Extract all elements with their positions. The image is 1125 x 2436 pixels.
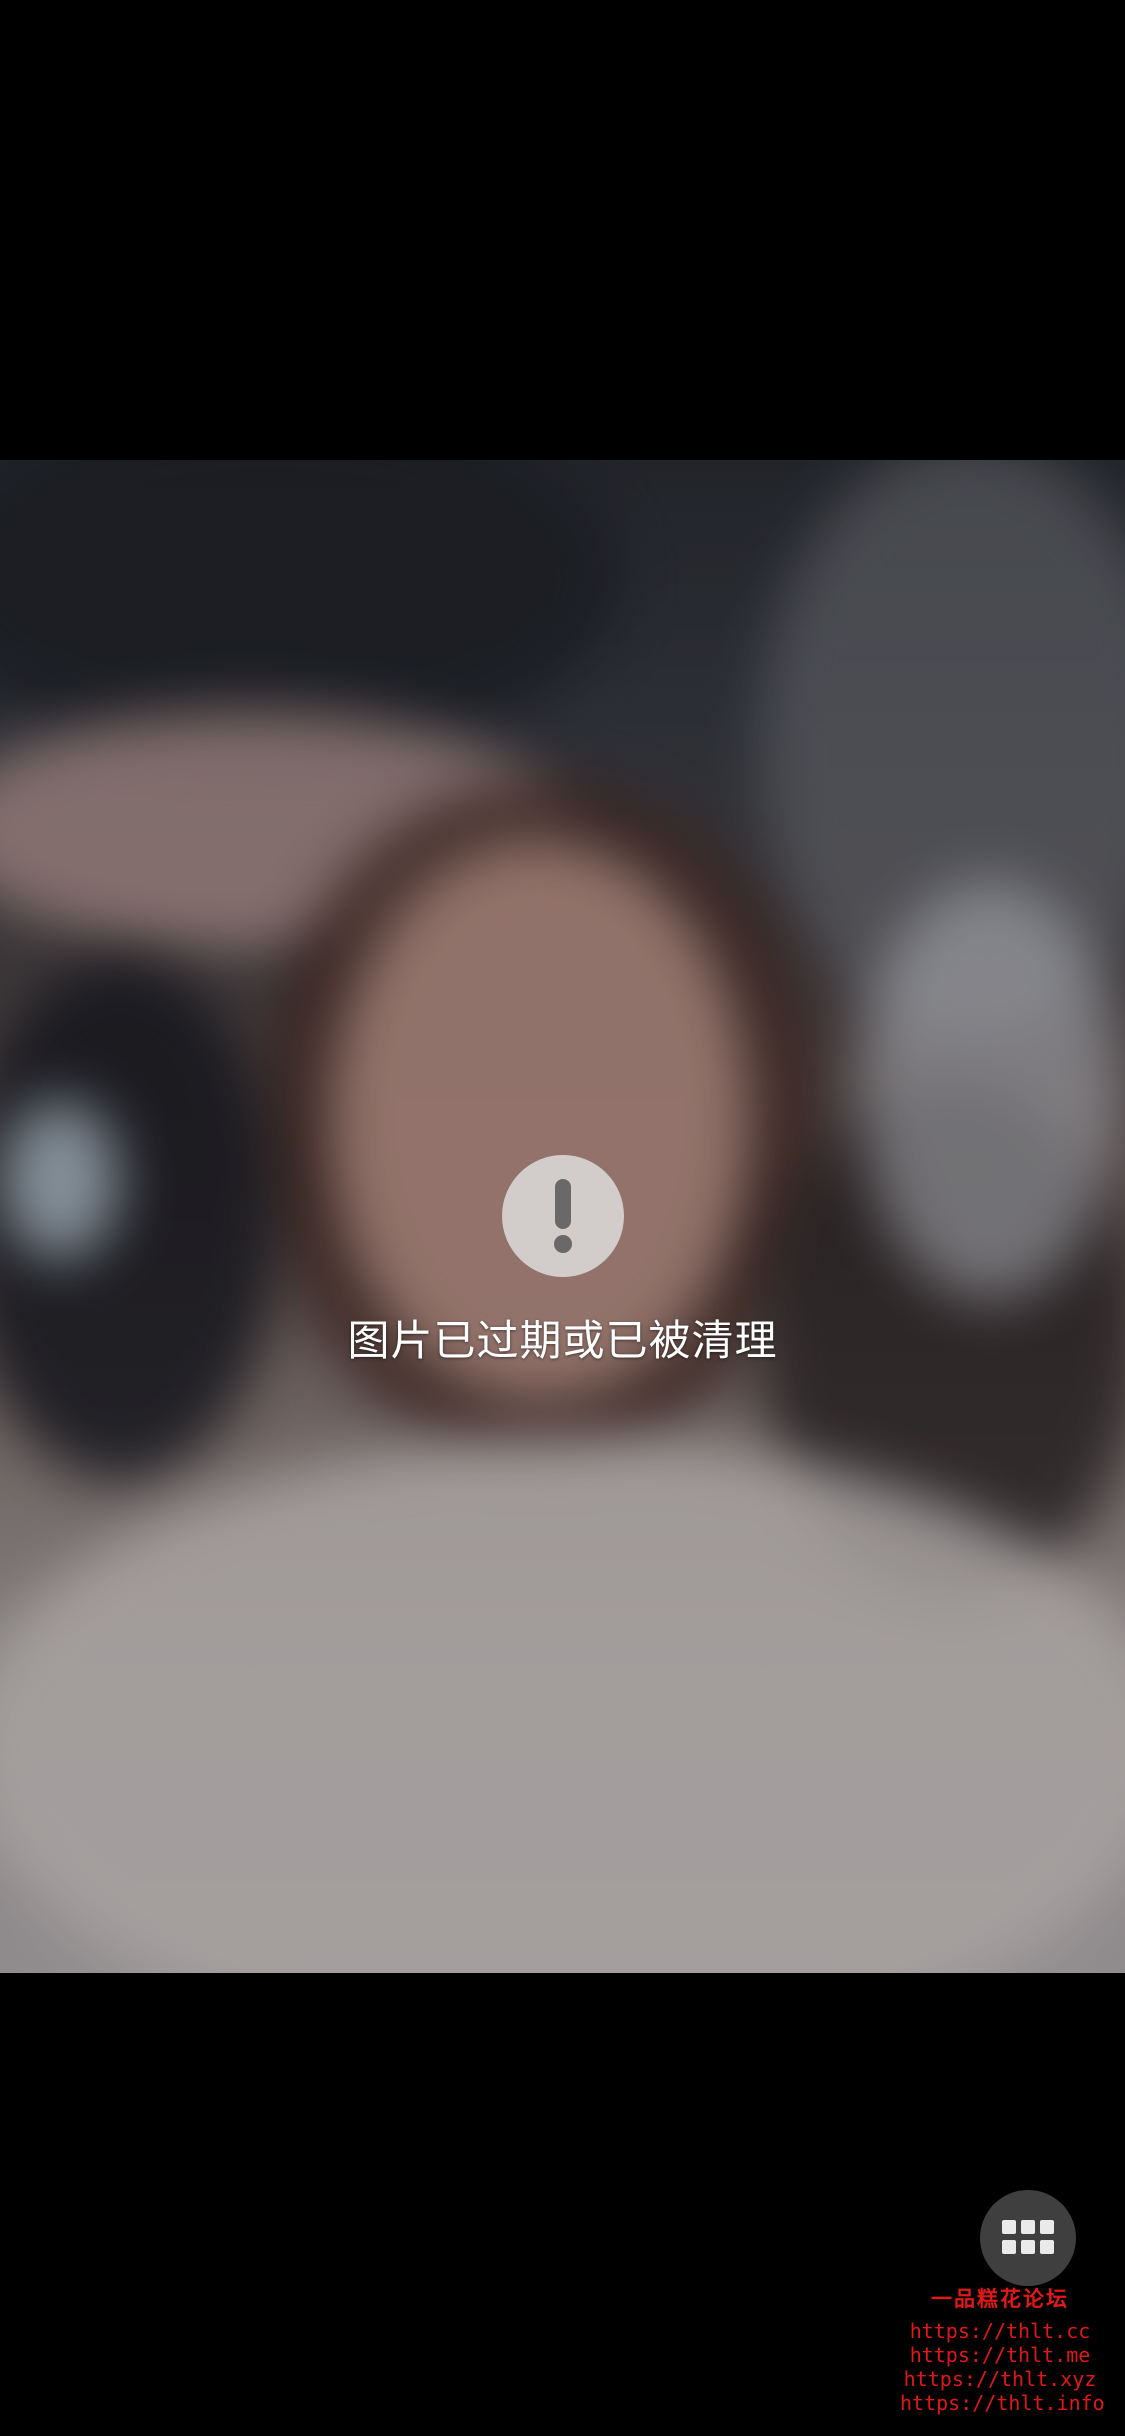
watermark-link: https://thlt.xyz [903,2367,1097,2391]
image-viewer: 图片已过期或已被清理 一品糕花论坛 https://thlt.cc https:… [0,0,1125,2436]
grid-menu-button[interactable] [980,2190,1076,2286]
exclamation-icon [501,1155,624,1277]
expired-message: 图片已过期或已被清理 [347,1316,778,1365]
expired-notice: 图片已过期或已被清理 [0,1155,1125,1368]
watermark-link: https://thlt.cc [909,2319,1091,2343]
watermark-link: https://thlt.info [900,2391,1105,2415]
watermark-link: https://thlt.me [909,2343,1091,2367]
watermark: 一品糕花论坛 https://thlt.cc https://thlt.me h… [900,2283,1105,2415]
watermark-title: 一品糕花论坛 [931,2287,1069,2311]
grid-icon [1002,2220,1054,2254]
